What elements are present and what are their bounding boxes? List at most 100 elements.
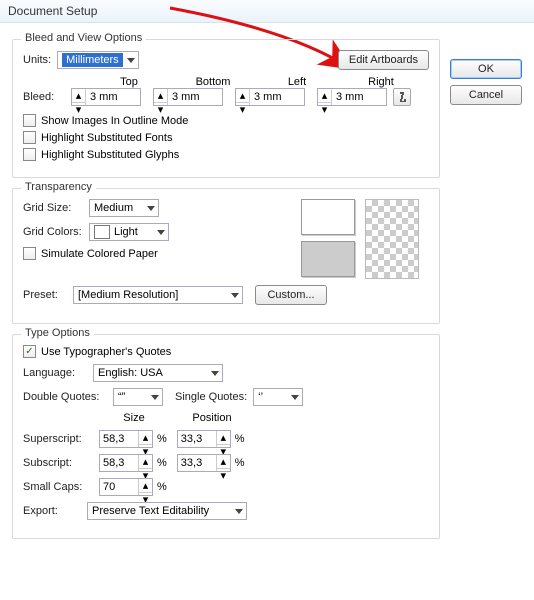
- hdr-top: Top: [93, 76, 165, 88]
- bleed-bottom-field[interactable]: ▴▾ 3 mm: [153, 88, 223, 106]
- sub-label: Subscript:: [23, 457, 93, 469]
- gridcolors-value: Light: [114, 226, 138, 238]
- sub-pos-value: 33,3: [178, 455, 216, 471]
- units-select[interactable]: Millimeters: [57, 51, 139, 69]
- check-outline[interactable]: Show Images In Outline Mode: [23, 114, 429, 127]
- language-select[interactable]: English: USA: [93, 364, 223, 382]
- bleed-left-field[interactable]: ▴▾ 3 mm: [235, 88, 305, 106]
- preset-label: Preset:: [23, 289, 67, 301]
- check-typographers[interactable]: ✓ Use Typographer's Quotes: [23, 345, 429, 358]
- sub-size-value: 58,3: [100, 455, 138, 471]
- color-chip-icon: [94, 225, 110, 239]
- checkbox-icon: [23, 114, 36, 127]
- chevron-down-icon: [231, 293, 239, 298]
- dq-select[interactable]: “”: [113, 388, 163, 406]
- checkbox-icon: [23, 247, 36, 260]
- pct-label: %: [235, 433, 245, 445]
- spin-up-icon[interactable]: ▴: [72, 89, 85, 103]
- link-values-icon[interactable]: [393, 88, 411, 106]
- gridsize-select[interactable]: Medium: [89, 199, 159, 217]
- super-pos-value: 33,3: [178, 431, 216, 447]
- checkbox-icon: [23, 148, 36, 161]
- super-label: Superscript:: [23, 433, 93, 445]
- group-transparency: Transparency Grid Size: Medium Grid Colo…: [12, 188, 440, 324]
- check-simulate[interactable]: Simulate Colored Paper: [23, 247, 301, 260]
- gridsize-label: Grid Size:: [23, 202, 83, 214]
- group-bleed: Bleed and View Options Units: Millimeter…: [12, 39, 440, 178]
- preset-select[interactable]: [Medium Resolution]: [73, 286, 243, 304]
- pct-label: %: [157, 433, 167, 445]
- bleed-left-value: 3 mm: [250, 89, 304, 105]
- chevron-down-icon: [157, 230, 165, 235]
- language-label: Language:: [23, 367, 87, 379]
- sq-value: ‘’: [258, 391, 263, 403]
- gridsize-value: Medium: [94, 202, 133, 214]
- super-pos-field[interactable]: 33,3▴▾: [177, 430, 231, 448]
- bleed-top-field[interactable]: ▴▾ 3 mm: [71, 88, 141, 106]
- spin-down-icon[interactable]: ▾: [318, 103, 331, 116]
- export-select[interactable]: Preserve Text Editability: [87, 502, 247, 520]
- pct-label: %: [157, 481, 167, 493]
- spin-up-icon[interactable]: ▴: [236, 89, 249, 103]
- preset-value: [Medium Resolution]: [78, 289, 178, 301]
- check-typographers-label: Use Typographer's Quotes: [41, 346, 171, 358]
- check-tick-icon: ✓: [25, 347, 33, 357]
- bleed-right-value: 3 mm: [332, 89, 386, 105]
- check-fonts-label: Highlight Substituted Fonts: [41, 132, 172, 144]
- hdr-right: Right: [345, 76, 417, 88]
- check-glyphs-label: Highlight Substituted Glyphs: [41, 149, 179, 161]
- smallcaps-field[interactable]: 70▴▾: [99, 478, 153, 496]
- super-size-field[interactable]: 58,3▴▾: [99, 430, 153, 448]
- swatch-bottom[interactable]: [301, 241, 355, 277]
- hdr-left: Left: [261, 76, 333, 88]
- sq-select[interactable]: ‘’: [253, 388, 303, 406]
- group-type-legend: Type Options: [21, 327, 94, 339]
- window-title: Document Setup: [8, 4, 97, 18]
- check-glyphs[interactable]: Highlight Substituted Glyphs: [23, 148, 429, 161]
- sq-label: Single Quotes:: [175, 391, 247, 403]
- check-fonts[interactable]: Highlight Substituted Fonts: [23, 131, 429, 144]
- units-label: Units:: [23, 54, 51, 66]
- ok-button[interactable]: OK: [450, 59, 522, 79]
- dq-label: Double Quotes:: [23, 391, 107, 403]
- chevron-down-icon: [235, 509, 243, 514]
- bleed-right-field[interactable]: ▴▾ 3 mm: [317, 88, 387, 106]
- group-type: Type Options ✓ Use Typographer's Quotes …: [12, 334, 440, 539]
- group-bleed-legend: Bleed and View Options: [21, 32, 146, 44]
- chevron-down-icon: [151, 395, 159, 400]
- cancel-button[interactable]: Cancel: [450, 85, 522, 105]
- spin-down-icon[interactable]: ▾: [236, 103, 249, 116]
- checker-preview: [365, 199, 419, 279]
- bleed-headers: Top Bottom Left Right: [93, 76, 429, 88]
- language-value: English: USA: [98, 367, 163, 379]
- gridcolors-select[interactable]: Light: [89, 223, 169, 241]
- super-size-value: 58,3: [100, 431, 138, 447]
- checkbox-icon: [23, 131, 36, 144]
- title-bar: Document Setup: [0, 0, 534, 23]
- custom-button[interactable]: Custom...: [255, 285, 327, 305]
- chevron-down-icon: [211, 371, 219, 376]
- checkbox-icon: ✓: [23, 345, 36, 358]
- check-simulate-label: Simulate Colored Paper: [41, 248, 158, 260]
- export-label: Export:: [23, 505, 81, 517]
- spin-up-icon[interactable]: ▴: [154, 89, 167, 103]
- pct-label: %: [157, 457, 167, 469]
- bleed-label: Bleed:: [23, 91, 65, 103]
- chevron-down-icon: [147, 206, 155, 211]
- bleed-bottom-value: 3 mm: [168, 89, 222, 105]
- dq-value: “”: [118, 391, 125, 403]
- swatch-top[interactable]: [301, 199, 355, 235]
- group-transparency-legend: Transparency: [21, 181, 96, 193]
- gridcolors-label: Grid Colors:: [23, 226, 83, 238]
- export-value: Preserve Text Editability: [92, 505, 209, 517]
- chevron-down-icon: [291, 395, 299, 400]
- pos-header: Position: [187, 412, 237, 424]
- units-value: Millimeters: [62, 53, 123, 67]
- spin-up-icon[interactable]: ▴: [318, 89, 331, 103]
- edit-artboards-button[interactable]: Edit Artboards: [338, 50, 429, 70]
- bleed-top-value: 3 mm: [86, 89, 140, 105]
- hdr-bottom: Bottom: [177, 76, 249, 88]
- sub-pos-field[interactable]: 33,3▴▾: [177, 454, 231, 472]
- sub-size-field[interactable]: 58,3▴▾: [99, 454, 153, 472]
- smallcaps-label: Small Caps:: [23, 481, 93, 493]
